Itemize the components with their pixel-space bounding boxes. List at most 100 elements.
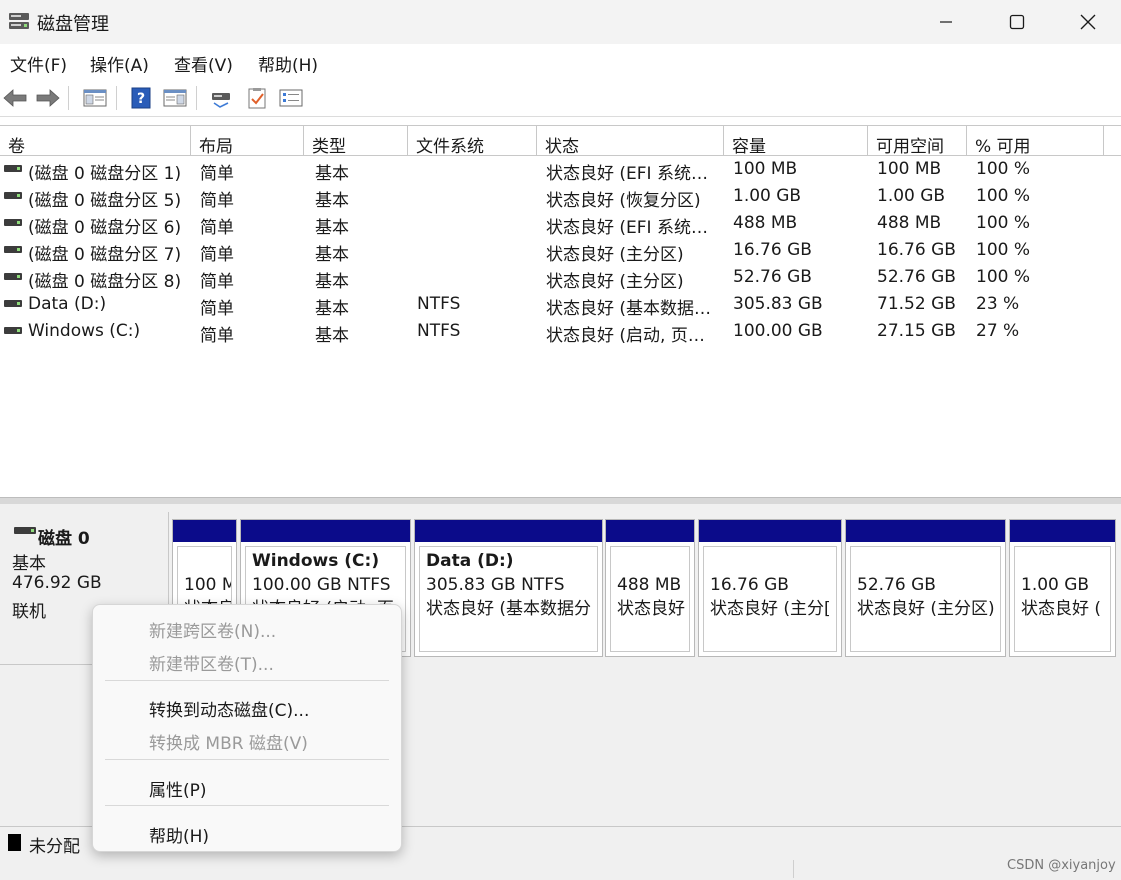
volume-drive-icon — [4, 192, 22, 199]
menu-view[interactable]: 查看(V) — [174, 51, 233, 76]
title-bar: 磁盘管理 — [0, 0, 1121, 44]
volume-drive-icon — [4, 246, 22, 253]
partition-status: 状态良好 (主分区) — [857, 599, 995, 619]
cell-volume: (磁盘 0 磁盘分区 7) — [28, 245, 182, 265]
partition-primary-8[interactable]: 52.76 GB 状态良好 (主分区) — [845, 519, 1006, 657]
disk-name: 磁盘 0 — [38, 529, 90, 549]
table-row[interactable]: Data (D:) 简单 基本 NTFS 状态良好 (基本数据… 305.83 GB 71.… — [0, 291, 1121, 319]
svg-text:?: ? — [137, 91, 145, 107]
legend-unallocated-label: 未分配 — [29, 837, 80, 857]
volume-drive-icon — [4, 165, 22, 172]
show-hide-action-pane-button[interactable] — [162, 86, 188, 110]
toolbar-separator — [116, 86, 117, 110]
cell-capacity: 305.83 GB — [733, 294, 823, 314]
cell-capacity: 16.76 GB — [733, 240, 812, 260]
cell-capacity: 100 MB — [733, 159, 798, 179]
menu-file[interactable]: 文件(F) — [10, 51, 67, 76]
list-view-icon — [279, 89, 303, 107]
table-row[interactable]: (磁盘 0 磁盘分区 8) 简单 基本 状态良好 (主分区) 52.76 GB 52.76… — [0, 264, 1121, 292]
partition-color-bar — [846, 520, 1005, 542]
disk-icon — [14, 527, 36, 534]
cell-status: 状态良好 (基本数据… — [546, 299, 712, 319]
disk-context-menu: 新建跨区卷(N)... 新建带区卷(T)... 转换到动态磁盘(C)... 转换… — [92, 604, 402, 852]
cell-status: 状态良好 (EFI 系统… — [546, 218, 708, 238]
disk-connect-icon — [212, 93, 230, 108]
disk-management-app-icon — [9, 13, 29, 29]
table-row[interactable]: (磁盘 0 磁盘分区 7) 简单 基本 状态良好 (主分区) 16.76 GB 16.76… — [0, 237, 1121, 265]
menu-separator — [105, 680, 389, 681]
column-header-layout[interactable]: 布局 — [191, 126, 304, 157]
partition-recovery-5[interactable]: 1.00 GB 状态良好 ( — [1009, 519, 1116, 657]
cell-type: 基本 — [315, 299, 349, 319]
column-header-type[interactable]: 类型 — [304, 126, 408, 157]
partition-status: 状态良好 (基本数据分 — [426, 599, 592, 619]
cell-capacity: 52.76 GB — [733, 267, 812, 287]
minimize-button[interactable] — [911, 0, 981, 44]
action-pane-icon — [163, 89, 187, 107]
menu-item-help[interactable]: 帮助(H) — [149, 822, 209, 847]
table-row[interactable]: (磁盘 0 磁盘分区 5) 简单 基本 状态良好 (恢复分区) 1.00 GB 1.00 … — [0, 183, 1121, 211]
cell-type: 基本 — [315, 191, 349, 211]
menu-action[interactable]: 操作(A) — [90, 51, 149, 76]
cell-layout: 简单 — [200, 299, 234, 319]
back-button[interactable] — [2, 86, 28, 110]
cell-free-space: 71.52 GB — [877, 294, 956, 314]
partition-color-bar — [415, 520, 602, 542]
rescan-check-button[interactable] — [244, 86, 270, 110]
cell-type: 基本 — [315, 326, 349, 346]
partition-size: 488 MB — [617, 575, 682, 595]
volume-list-table: 卷 布局 类型 文件系统 状态 容量 可用空间 % 可用 (磁盘 0 磁盘分区 … — [0, 125, 1121, 499]
watermark: CSDN @xiyanjoy — [1007, 858, 1116, 873]
cell-status: 状态良好 (主分区) — [546, 272, 684, 292]
window-title: 磁盘管理 — [37, 14, 109, 35]
column-header-free-space[interactable]: 可用空间 — [868, 126, 967, 157]
close-button[interactable] — [1053, 0, 1121, 44]
close-icon — [1080, 14, 1096, 30]
list-view-button[interactable] — [278, 86, 304, 110]
cell-percent-free: 100 % — [976, 186, 1031, 206]
volume-drive-icon — [4, 219, 22, 226]
partition-size: 1.00 GB — [1021, 575, 1090, 595]
forward-button[interactable] — [35, 86, 61, 110]
partition-color-bar — [241, 520, 410, 542]
cell-filesystem: NTFS — [417, 321, 461, 341]
partition-size: 100.00 GB NTFS — [252, 575, 391, 595]
help-icon: ? — [131, 87, 151, 109]
volume-drive-icon — [4, 327, 22, 334]
connect-disk-button[interactable] — [208, 86, 234, 110]
table-row[interactable]: (磁盘 0 磁盘分区 1) 简单 基本 状态良好 (EFI 系统… 100 MB 100 … — [0, 156, 1121, 184]
cell-type: 基本 — [315, 164, 349, 184]
column-header-volume[interactable]: 卷 — [0, 126, 191, 157]
help-button[interactable]: ? — [128, 86, 154, 110]
partition-color-bar — [1010, 520, 1115, 542]
cell-volume: Data (D:) — [28, 294, 107, 314]
menu-bar: 文件(F) 操作(A) 查看(V) 帮助(H) — [0, 44, 1121, 81]
unallocated-swatch — [8, 834, 21, 851]
partition-data-d[interactable]: Data (D:) 305.83 GB NTFS 状态良好 (基本数据分 — [414, 519, 603, 657]
menu-help[interactable]: 帮助(H) — [258, 51, 318, 76]
cell-filesystem: NTFS — [417, 294, 461, 314]
table-row[interactable]: Windows (C:) 简单 基本 NTFS 状态良好 (启动, 页… 100.00 G… — [0, 318, 1121, 346]
menu-item-convert-dynamic[interactable]: 转换到动态磁盘(C)... — [149, 696, 309, 721]
menu-item-new-striped-volume: 新建带区卷(T)... — [149, 655, 274, 675]
column-header-filesystem[interactable]: 文件系统 — [408, 126, 537, 157]
column-header-percent-free[interactable]: % 可用 — [967, 126, 1104, 157]
partition-efi-6[interactable]: 488 MB 状态良好 — [605, 519, 695, 657]
column-header-status[interactable]: 状态 — [537, 126, 724, 157]
cell-volume: (磁盘 0 磁盘分区 5) — [28, 191, 182, 211]
partition-size: 305.83 GB NTFS — [426, 575, 565, 595]
maximize-button[interactable] — [982, 0, 1052, 44]
menu-item-properties[interactable]: 属性(P) — [149, 776, 207, 801]
menu-item-convert-mbr: 转换成 MBR 磁盘(V) — [149, 734, 308, 754]
cell-status: 状态良好 (EFI 系统… — [546, 164, 708, 184]
cell-layout: 简单 — [200, 218, 234, 238]
column-header-capacity[interactable]: 容量 — [724, 126, 868, 157]
partition-primary-7[interactable]: 16.76 GB 状态良好 (主分[ — [698, 519, 842, 657]
show-hide-console-tree-button[interactable] — [82, 86, 108, 110]
disk-status: 联机 — [12, 602, 46, 622]
cell-free-space: 27.15 GB — [877, 321, 956, 341]
cell-volume: (磁盘 0 磁盘分区 1) — [28, 164, 182, 184]
table-row[interactable]: (磁盘 0 磁盘分区 6) 简单 基本 状态良好 (EFI 系统… 488 MB 488 … — [0, 210, 1121, 238]
volume-drive-icon — [4, 273, 22, 280]
menu-separator — [105, 805, 389, 806]
